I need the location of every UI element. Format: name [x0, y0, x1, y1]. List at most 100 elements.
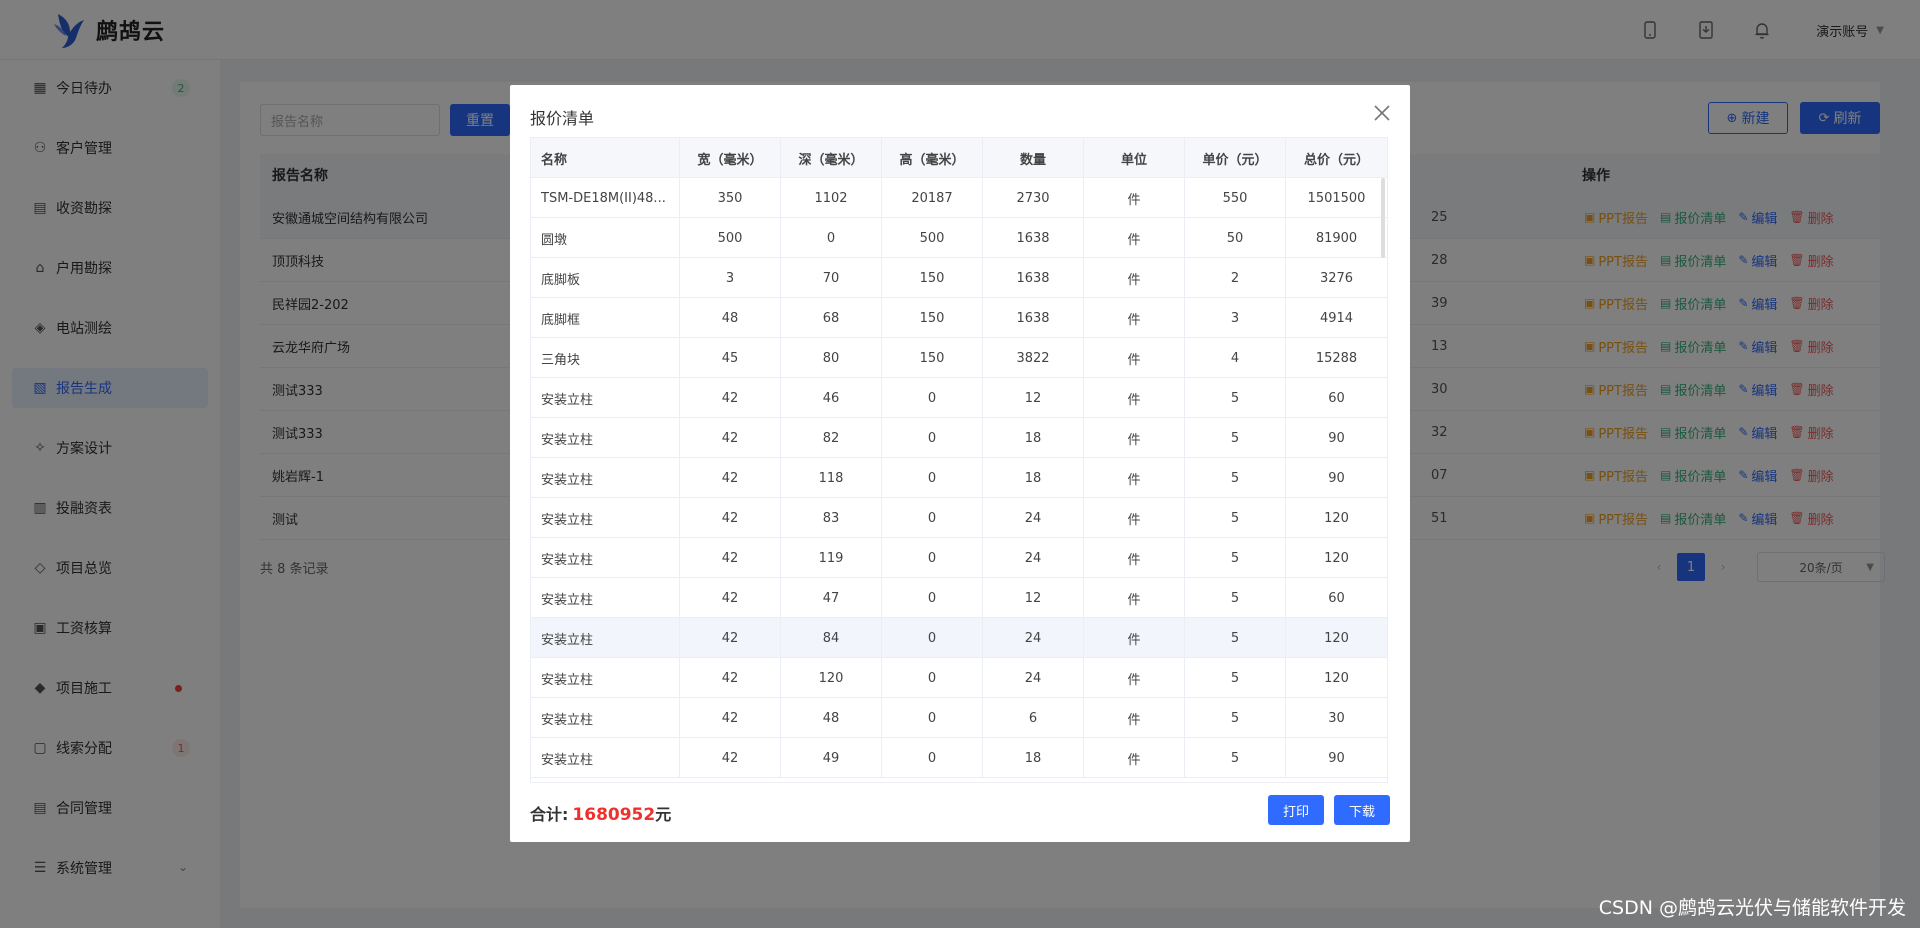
- quote-cell: 3276: [1319, 270, 1354, 286]
- quote-column-header: 单价（元）: [1185, 138, 1286, 178]
- quote-cell: 5: [1185, 738, 1286, 778]
- quote-cell: 0: [882, 698, 983, 738]
- quote-cell: 安装立柱: [531, 458, 680, 498]
- quote-cell: 2: [1185, 258, 1286, 298]
- quote-cell: 20187: [882, 178, 983, 218]
- quote-cell: 安装立柱: [531, 618, 680, 658]
- quote-cell: 安装立柱: [531, 498, 680, 538]
- total-label: 合计:: [530, 805, 569, 824]
- quote-cell: 5: [1185, 698, 1286, 738]
- quote-cell: 150: [882, 298, 983, 338]
- quote-row[interactable]: 安装立柱 42 118 0 18 件 5 90: [531, 458, 1387, 498]
- quote-cell: 5: [1185, 538, 1286, 578]
- quote-cell: 件: [1084, 178, 1185, 218]
- quote-cell: 1638: [983, 218, 1084, 258]
- quote-cell: 18: [983, 418, 1084, 458]
- quote-list-dialog: 报价清单 名称 宽（毫米） 深（毫米） 高（毫米） 数量 单位 单价（元） 总价（元） TSM-…: [510, 85, 1410, 842]
- quote-cell: 件: [1084, 258, 1185, 298]
- quote-cell: 件: [1084, 578, 1185, 618]
- quote-cell: 150: [882, 338, 983, 378]
- quote-cell: 1501500: [1307, 190, 1366, 206]
- quote-cell: 18: [983, 738, 1084, 778]
- quote-cell: 42: [680, 458, 781, 498]
- quote-cell: TSM-DE18M(II)48...: [531, 178, 680, 218]
- quote-cell: 2730: [983, 178, 1084, 218]
- quote-cell: 件: [1084, 218, 1185, 258]
- quote-row[interactable]: 安装立柱 42 48 0 6 件 5 30: [531, 698, 1387, 738]
- quote-row[interactable]: 安装立柱 42 119 0 24 件 5 120: [531, 538, 1387, 578]
- quote-cell: 42: [680, 498, 781, 538]
- quote-row[interactable]: 安装立柱 42 47 0 12 件 5 60: [531, 578, 1387, 618]
- quote-row[interactable]: 安装立柱 42 49 0 18 件 5 90: [531, 738, 1387, 778]
- print-button[interactable]: 打印: [1268, 795, 1324, 825]
- quote-cell: 安装立柱: [531, 378, 680, 418]
- total-unit: 元: [655, 805, 672, 824]
- quote-row[interactable]: 圆墩 500 0 500 1638 件 50 81900: [531, 218, 1387, 258]
- quote-cell: 60: [1328, 590, 1345, 606]
- quote-cell: 件: [1084, 338, 1185, 378]
- quote-cell: 46: [781, 378, 882, 418]
- quote-cell: 18: [983, 458, 1084, 498]
- quote-row[interactable]: TSM-DE18M(II)48... 350 1102 20187 2730 件 550 15…: [531, 178, 1387, 218]
- quote-row[interactable]: 安装立柱 42 84 0 24 件 5 120: [531, 618, 1387, 658]
- quote-cell: 48: [680, 298, 781, 338]
- quote-cell: 安装立柱: [531, 658, 680, 698]
- quote-cell: 119: [781, 538, 882, 578]
- quote-cell: 70: [781, 258, 882, 298]
- quote-cell: 6: [983, 698, 1084, 738]
- quote-cell: 底脚框: [531, 298, 680, 338]
- quote-cell: 80: [781, 338, 882, 378]
- quote-cell: 42: [680, 418, 781, 458]
- quote-cell: 15288: [1315, 350, 1358, 366]
- quote-cell: 圆墩: [531, 218, 680, 258]
- quote-cell: 24: [983, 538, 1084, 578]
- quote-row[interactable]: 安装立柱 42 120 0 24 件 5 120: [531, 658, 1387, 698]
- quote-row[interactable]: 底脚框 48 68 150 1638 件 3 4914: [531, 298, 1387, 338]
- quote-cell: 0: [882, 618, 983, 658]
- quote-column-header: 深（毫米）: [781, 138, 882, 178]
- quote-cell: 24: [983, 618, 1084, 658]
- quote-cell: 件: [1084, 698, 1185, 738]
- quote-cell: 件: [1084, 498, 1185, 538]
- quote-cell: 件: [1084, 378, 1185, 418]
- quote-cell: 118: [781, 458, 882, 498]
- quote-cell: 5: [1185, 618, 1286, 658]
- quote-cell: 550: [1185, 178, 1286, 218]
- quote-cell: 150: [882, 258, 983, 298]
- quote-cell: 90: [1328, 430, 1345, 446]
- quote-cell: 500: [680, 218, 781, 258]
- quote-cell: 安装立柱: [531, 698, 680, 738]
- download-button[interactable]: 下载: [1334, 795, 1390, 825]
- quote-cell: 42: [680, 658, 781, 698]
- quote-cell: 5: [1185, 418, 1286, 458]
- quote-cell: 5: [1185, 658, 1286, 698]
- quote-cell: 件: [1084, 458, 1185, 498]
- quote-cell: 49: [781, 738, 882, 778]
- close-icon[interactable]: [1372, 103, 1392, 123]
- quote-cell: 4: [1185, 338, 1286, 378]
- quote-cell: 件: [1084, 298, 1185, 338]
- quote-cell: 90: [1328, 750, 1345, 766]
- quote-row[interactable]: 安装立柱 42 83 0 24 件 5 120: [531, 498, 1387, 538]
- quote-cell: 0: [781, 218, 882, 258]
- quote-row[interactable]: 安装立柱 42 82 0 18 件 5 90: [531, 418, 1387, 458]
- dialog-title: 报价清单: [530, 109, 595, 128]
- quote-cell: 0: [882, 578, 983, 618]
- quote-cell: 42: [680, 698, 781, 738]
- quote-cell: 42: [680, 578, 781, 618]
- quote-cell: 84: [781, 618, 882, 658]
- quote-row[interactable]: 三角块 45 80 150 3822 件 4 15288: [531, 338, 1387, 378]
- quote-row[interactable]: 安装立柱 42 46 0 12 件 5 60: [531, 378, 1387, 418]
- quote-cell: 30: [1328, 710, 1345, 726]
- quote-cell: 件: [1084, 738, 1185, 778]
- quote-cell: 0: [882, 418, 983, 458]
- quote-cell: 5: [1185, 458, 1286, 498]
- quote-cell: 42: [680, 618, 781, 658]
- total-amount: 合计: 1680952 元: [530, 801, 671, 825]
- quote-column-header: 宽（毫米）: [680, 138, 781, 178]
- table-scrollbar[interactable]: [1381, 178, 1385, 258]
- quote-row[interactable]: 底脚板 3 70 150 1638 件 2 3276: [531, 258, 1387, 298]
- quote-cell: 件: [1084, 658, 1185, 698]
- quote-cell: 12: [983, 378, 1084, 418]
- quote-cell: 90: [1328, 470, 1345, 486]
